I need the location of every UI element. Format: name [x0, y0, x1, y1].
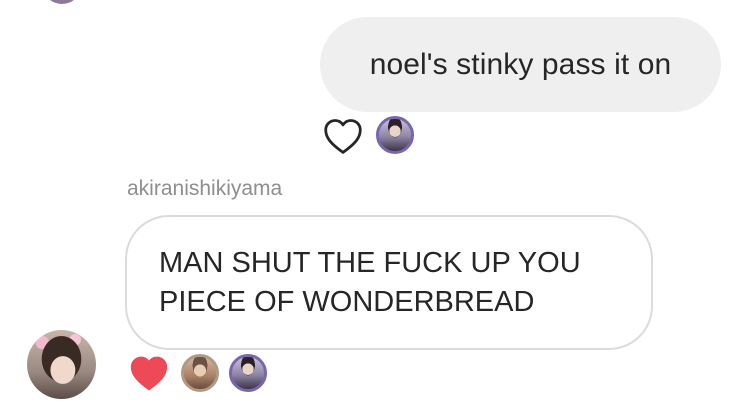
avatar[interactable]: [44, 0, 80, 4]
received-message-bubble[interactable]: MAN SHUT THE FUCK UP YOU PIECE OF WONDER…: [125, 215, 653, 350]
heart-outline-icon[interactable]: [322, 117, 364, 155]
sent-message-bubble[interactable]: noel's stinky pass it on: [320, 17, 721, 112]
heart-filled-icon[interactable]: [128, 354, 170, 392]
reactor-avatar[interactable]: [229, 354, 267, 392]
sender-username[interactable]: akiranishikiyama: [127, 177, 282, 201]
reactor-avatar[interactable]: [181, 354, 219, 392]
sent-message-text: noel's stinky pass it on: [369, 47, 672, 81]
dm-thread: noel's stinky pass it on akiranishikiyam…: [0, 0, 750, 407]
seen-by-avatar[interactable]: [376, 116, 414, 154]
received-message-line: MAN SHUT THE FUCK UP YOU: [159, 247, 581, 279]
sender-avatar[interactable]: [27, 330, 96, 399]
received-message-line: PIECE OF WONDERBREAD: [159, 286, 535, 318]
